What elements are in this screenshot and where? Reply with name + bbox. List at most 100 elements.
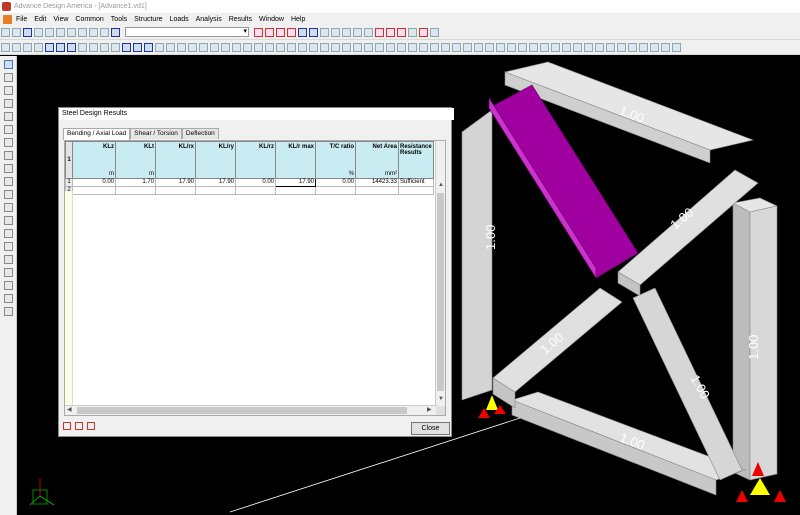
snap-j-icon[interactable] [287,42,296,52]
document-icon[interactable] [87,422,95,430]
layer-a-icon[interactable] [474,42,483,52]
pan-icon[interactable] [100,42,109,52]
zoom-window-icon[interactable] [89,42,98,52]
scroll-right-icon[interactable]: ▶ [427,406,432,414]
snap-m-icon[interactable] [320,42,329,52]
frame-icon[interactable] [254,27,263,37]
layer-b-icon[interactable] [485,42,494,52]
vertical-scroll-thumb[interactable] [437,193,444,391]
system-combo[interactable] [125,27,249,37]
open-file-icon[interactable] [12,27,21,37]
snap-i-icon[interactable] [276,42,285,52]
rotate-icon[interactable] [111,42,120,52]
camera-icon[interactable] [3,268,13,277]
column-header[interactable]: KLz m [72,141,116,179]
layer-s-icon[interactable] [672,42,681,52]
linear-element-icon[interactable] [3,125,13,134]
grid-icon[interactable] [67,42,76,52]
filter-icon[interactable] [298,27,307,37]
tab-shear-torsion[interactable]: Shear / Torsion [130,128,182,139]
view-f-icon[interactable] [56,42,65,52]
horizontal-scroll-thumb[interactable] [77,407,407,414]
report-icon[interactable] [75,422,83,430]
snap-g-icon[interactable] [254,42,263,52]
snap-r-icon[interactable] [375,42,384,52]
snap-b-icon[interactable] [199,42,208,52]
mesh-icon[interactable] [309,27,318,37]
column-header[interactable]: T/C ratio% [315,141,356,179]
snap-c-icon[interactable] [210,42,219,52]
layer-f-icon[interactable] [529,42,538,52]
layer-r-icon[interactable] [661,42,670,52]
column-icon[interactable] [287,27,296,37]
snap-u-icon[interactable] [408,42,417,52]
copy-icon[interactable] [45,27,54,37]
scroll-left-icon[interactable]: ◀ [67,406,72,414]
layer-m-icon[interactable] [606,42,615,52]
menu-common[interactable]: Common [75,16,103,23]
layer-l-icon[interactable] [595,42,604,52]
plane-element-icon[interactable] [3,138,13,147]
result-b-icon[interactable] [386,27,395,37]
view-b-icon[interactable] [12,42,21,52]
tool-b-icon[interactable] [331,27,340,37]
tab-bending-axial-load[interactable]: Bending / Axial Load [63,128,131,140]
snap-l-icon[interactable] [309,42,318,52]
snap-d-icon[interactable] [221,42,230,52]
redo-icon[interactable] [78,27,87,37]
table-cell[interactable] [195,186,236,195]
snap-a-icon[interactable] [188,42,197,52]
render-b-icon[interactable] [133,42,142,52]
snap-k-icon[interactable] [298,42,307,52]
column-header[interactable]: Resistance Results [398,141,434,179]
snap-w-icon[interactable] [430,42,439,52]
snap-p-icon[interactable] [353,42,362,52]
menu-tools[interactable]: Tools [111,16,127,23]
measure-icon[interactable] [3,229,13,238]
table-cell[interactable]: 17.90 [195,178,236,187]
scroll-up-icon[interactable]: ▲ [438,181,444,189]
new-file-icon[interactable] [1,27,10,37]
zoom-icon[interactable] [78,42,87,52]
menu-structure[interactable]: Structure [134,16,162,23]
misc-icon[interactable] [3,307,13,316]
table-cell[interactable]: 0.00 [72,178,116,187]
column-header[interactable]: KL/rz [235,141,276,179]
table-cell[interactable] [235,186,276,195]
table-row[interactable]: 1 0.00 1.70 17.90 17.90 0.00 17.90 0.00 … [65,178,434,187]
snap-h-icon[interactable] [265,42,274,52]
column-header[interactable]: KL/rx [155,141,196,179]
load-a-icon[interactable] [3,190,13,199]
snap-s-icon[interactable] [386,42,395,52]
tool-d-icon[interactable] [353,27,362,37]
table-cell[interactable]: 0.00 [235,178,276,187]
table-cell[interactable] [275,186,316,195]
snap-o-icon[interactable] [342,42,351,52]
node-icon[interactable] [3,86,13,95]
table-cell[interactable]: 0.00 [315,178,356,187]
snap-e-icon[interactable] [232,42,241,52]
layer-n-icon[interactable] [617,42,626,52]
menu-help[interactable]: Help [291,16,305,23]
preview-icon[interactable] [100,27,109,37]
table-row[interactable]: 2 [65,186,434,195]
pencil-icon[interactable] [3,294,13,303]
snap-x-icon[interactable] [441,42,450,52]
table-cell[interactable]: 17.90 [155,178,196,187]
menu-view[interactable]: View [53,16,68,23]
view-e-icon[interactable] [45,42,54,52]
wall-icon[interactable] [3,151,13,160]
column-element-icon[interactable] [3,164,13,173]
render-c-icon[interactable] [144,42,153,52]
render-a-icon[interactable] [122,42,131,52]
render-f-icon[interactable] [177,42,186,52]
layer-p-icon[interactable] [639,42,648,52]
frame2-icon[interactable] [265,27,274,37]
view-a-icon[interactable] [1,42,10,52]
table-cell[interactable] [315,186,356,195]
snap-v-icon[interactable] [419,42,428,52]
column-header[interactable]: KLt m [115,141,156,179]
tool-c-icon[interactable] [342,27,351,37]
load-b-icon[interactable] [3,203,13,212]
layer-e-icon[interactable] [518,42,527,52]
